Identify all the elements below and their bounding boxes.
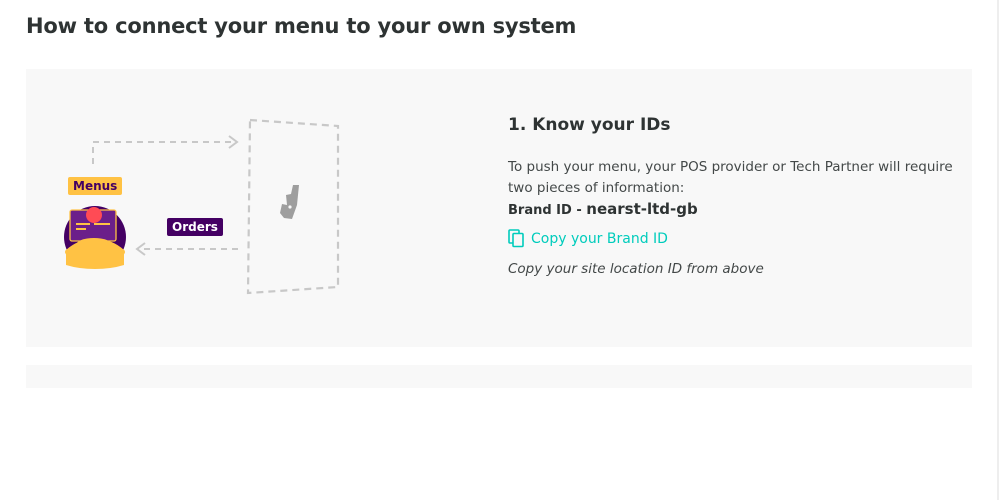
page-title: How to connect your menu to your own sys… xyxy=(26,14,577,38)
next-step-card xyxy=(26,365,972,388)
copy-brand-id-link[interactable]: Copy your Brand ID xyxy=(508,229,668,248)
brand-id-line: Brand ID - nearst-ltd-gb xyxy=(508,200,698,218)
orders-arrow-head xyxy=(135,242,146,256)
brand-id-value: nearst-ltd-gb xyxy=(586,200,698,218)
menus-tag: Menus xyxy=(68,177,123,195)
integration-diagram xyxy=(64,118,340,295)
deliveroo-kangaroo-icon xyxy=(280,185,299,219)
brand-id-label: Brand ID - xyxy=(508,203,587,218)
site-location-note: Copy your site location ID from above xyxy=(508,261,764,277)
page-scrollbar-track xyxy=(997,0,999,500)
person-at-laptop-icon xyxy=(64,206,126,269)
step-title: 1. Know your IDs xyxy=(508,115,671,135)
step-card: Menus Orders 1. Know your IDs To push yo… xyxy=(26,69,972,347)
copy-icon xyxy=(508,229,525,248)
menus-arrow xyxy=(92,141,236,164)
orders-tag: Orders xyxy=(167,218,223,236)
integration-illustration: Menus Orders xyxy=(26,69,506,347)
copy-brand-id-label: Copy your Brand ID xyxy=(531,230,668,247)
step-description: To push your menu, your POS provider or … xyxy=(508,159,953,196)
